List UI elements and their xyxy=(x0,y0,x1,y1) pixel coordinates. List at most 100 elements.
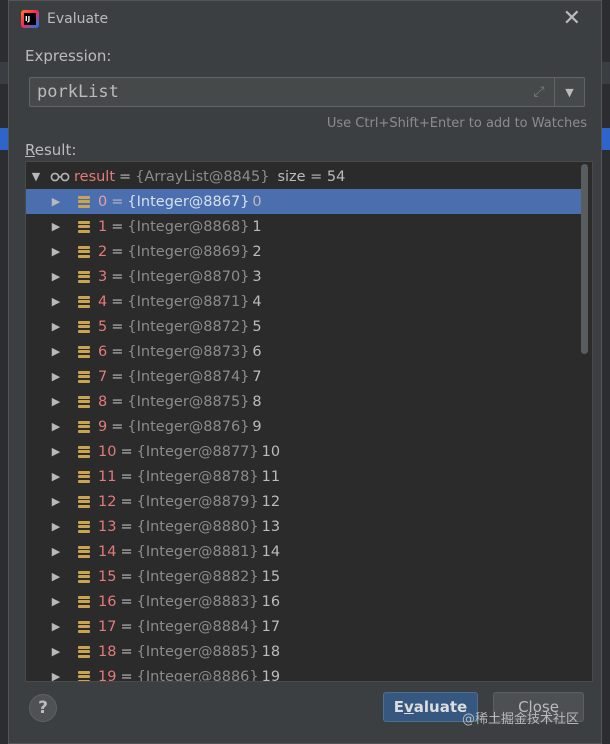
item-object: {Integer@8867} xyxy=(127,193,250,210)
triangle-right-icon[interactable]: ▶ xyxy=(50,645,62,658)
triangle-right-icon[interactable]: ▶ xyxy=(50,620,62,633)
triangle-right-icon[interactable]: ▶ xyxy=(50,270,62,283)
tree-row[interactable]: ▶ 9 = {Integer@8876} 9 xyxy=(26,414,586,439)
equals-sign: = xyxy=(111,193,124,210)
equals-sign: = xyxy=(120,493,133,510)
history-dropdown-button[interactable]: ▼ xyxy=(554,78,584,106)
item-value: 0 xyxy=(252,193,262,210)
tree-row[interactable]: ▶ 4 = {Integer@8871} 4 xyxy=(26,289,586,314)
triangle-right-icon[interactable]: ▶ xyxy=(50,220,62,233)
item-index: 0 xyxy=(98,193,108,210)
item-object: {Integer@8874} xyxy=(127,368,250,385)
item-index: 16 xyxy=(98,593,117,610)
help-button[interactable]: ? xyxy=(29,694,57,722)
triangle-right-icon[interactable]: ▶ xyxy=(50,445,62,458)
field-stack-icon xyxy=(78,320,90,333)
triangle-right-icon[interactable]: ▶ xyxy=(50,370,62,383)
item-value: 11 xyxy=(261,468,281,485)
tree-row[interactable]: ▶ 8 = {Integer@8875} 8 xyxy=(26,389,586,414)
expand-icon[interactable]: ⤢ xyxy=(524,84,554,100)
close-icon[interactable]: ✕ xyxy=(563,7,581,31)
expression-label: Expression: xyxy=(25,47,112,65)
triangle-right-icon[interactable]: ▶ xyxy=(50,520,62,533)
item-index: 15 xyxy=(98,568,117,585)
item-object: {Integer@8872} xyxy=(127,318,250,335)
expression-input[interactable] xyxy=(30,78,524,106)
triangle-right-icon[interactable]: ▶ xyxy=(50,345,62,358)
item-object: {Integer@8870} xyxy=(127,268,250,285)
tree-row[interactable]: ▶ 17 = {Integer@8884} 17 xyxy=(26,614,586,639)
add-to-watches-hint: Use Ctrl+Shift+Enter to add to Watches xyxy=(326,116,587,131)
field-stack-icon xyxy=(78,595,90,608)
tree-row[interactable]: ▶ 16 = {Integer@8883} 16 xyxy=(26,589,586,614)
item-value: 10 xyxy=(261,443,281,460)
item-index: 9 xyxy=(98,418,108,435)
triangle-right-icon[interactable]: ▶ xyxy=(50,195,62,208)
field-stack-icon xyxy=(78,420,90,433)
field-stack-icon xyxy=(78,545,90,558)
triangle-right-icon[interactable]: ▶ xyxy=(50,320,62,333)
field-stack-icon xyxy=(78,220,90,233)
triangle-right-icon[interactable]: ▶ xyxy=(50,595,62,608)
item-object: {Integer@8882} xyxy=(136,568,259,585)
item-index: 1 xyxy=(98,218,108,235)
tree-row[interactable]: ▶ 15 = {Integer@8882} 15 xyxy=(26,564,586,589)
item-index: 11 xyxy=(98,468,117,485)
dialog-title: Evaluate xyxy=(47,11,109,27)
tree-row[interactable]: ▶ 12 = {Integer@8879} 12 xyxy=(26,489,586,514)
tree-row[interactable]: ▶ 13 = {Integer@8880} 13 xyxy=(26,514,586,539)
item-index: 2 xyxy=(98,243,108,260)
tree-row[interactable]: ▶ 19 = {Integer@8886} 19 xyxy=(26,664,586,682)
item-index: 6 xyxy=(98,343,108,360)
equals-sign: = xyxy=(120,568,133,585)
tree-row[interactable]: ▶ 18 = {Integer@8885} 18 xyxy=(26,639,586,664)
tree-row[interactable]: ▶ 10 = {Integer@8877} 10 xyxy=(26,439,586,464)
equals-sign: = xyxy=(119,168,132,185)
triangle-right-icon[interactable]: ▶ xyxy=(50,295,62,308)
tree-row[interactable]: ▶ 3 = {Integer@8870} 3 xyxy=(26,264,586,289)
tree-row[interactable]: ▶ 14 = {Integer@8881} 14 xyxy=(26,539,586,564)
triangle-down-icon[interactable]: ▼ xyxy=(30,170,42,183)
item-index: 5 xyxy=(98,318,108,335)
triangle-right-icon[interactable]: ▶ xyxy=(50,570,62,583)
item-object: {Integer@8883} xyxy=(136,593,259,610)
item-value: 9 xyxy=(252,418,262,435)
evaluate-dialog: IJ Evaluate ✕ Expression: ⤢ ▼ Use Ctrl+S… xyxy=(8,0,602,744)
field-stack-icon xyxy=(78,520,90,533)
item-value: 13 xyxy=(261,518,281,535)
item-object: {Integer@8880} xyxy=(136,518,259,535)
tree-scrollbar[interactable] xyxy=(581,164,588,354)
tree-row[interactable]: ▶ 11 = {Integer@8878} 11 xyxy=(26,464,586,489)
equals-sign: = xyxy=(120,643,133,660)
tree-row[interactable]: ▶ 2 = {Integer@8869} 2 xyxy=(26,239,586,264)
triangle-right-icon[interactable]: ▶ xyxy=(50,670,62,681)
triangle-right-icon[interactable]: ▶ xyxy=(50,395,62,408)
item-object: {Integer@8875} xyxy=(127,393,250,410)
triangle-right-icon[interactable]: ▶ xyxy=(50,420,62,433)
item-index: 18 xyxy=(98,643,117,660)
expression-field[interactable]: ⤢ ▼ xyxy=(29,77,585,107)
item-index: 14 xyxy=(98,543,117,560)
tree-row[interactable]: ▶ 5 = {Integer@8872} 5 xyxy=(26,314,586,339)
equals-sign: = xyxy=(111,243,124,260)
item-object: {Integer@8871} xyxy=(127,293,250,310)
item-index: 12 xyxy=(98,493,117,510)
chevron-down-icon: ▼ xyxy=(565,85,574,99)
tree-row[interactable]: ▶ 0 = {Integer@8867} 0 xyxy=(26,189,586,214)
triangle-right-icon[interactable]: ▶ xyxy=(50,245,62,258)
root-size: size = 54 xyxy=(277,168,346,185)
tree-row[interactable]: ▶ 7 = {Integer@8874} 7 xyxy=(26,364,586,389)
tree-row[interactable]: ▶ 1 = {Integer@8868} 1 xyxy=(26,214,586,239)
item-index: 19 xyxy=(98,668,117,682)
equals-sign: = xyxy=(120,518,133,535)
triangle-right-icon[interactable]: ▶ xyxy=(50,545,62,558)
tree-root-row[interactable]: ▼ result = {ArrayList@8845} size = 54 xyxy=(26,164,586,189)
equals-sign: = xyxy=(111,393,124,410)
dialog-titlebar[interactable]: IJ Evaluate xyxy=(9,1,601,37)
root-name: result xyxy=(74,168,116,185)
result-tree[interactable]: ▼ result = {ArrayList@8845} size = 54 ▶ 0… xyxy=(25,161,593,682)
triangle-right-icon[interactable]: ▶ xyxy=(50,495,62,508)
triangle-right-icon[interactable]: ▶ xyxy=(50,470,62,483)
item-index: 13 xyxy=(98,518,117,535)
tree-row[interactable]: ▶ 6 = {Integer@8873} 6 xyxy=(26,339,586,364)
